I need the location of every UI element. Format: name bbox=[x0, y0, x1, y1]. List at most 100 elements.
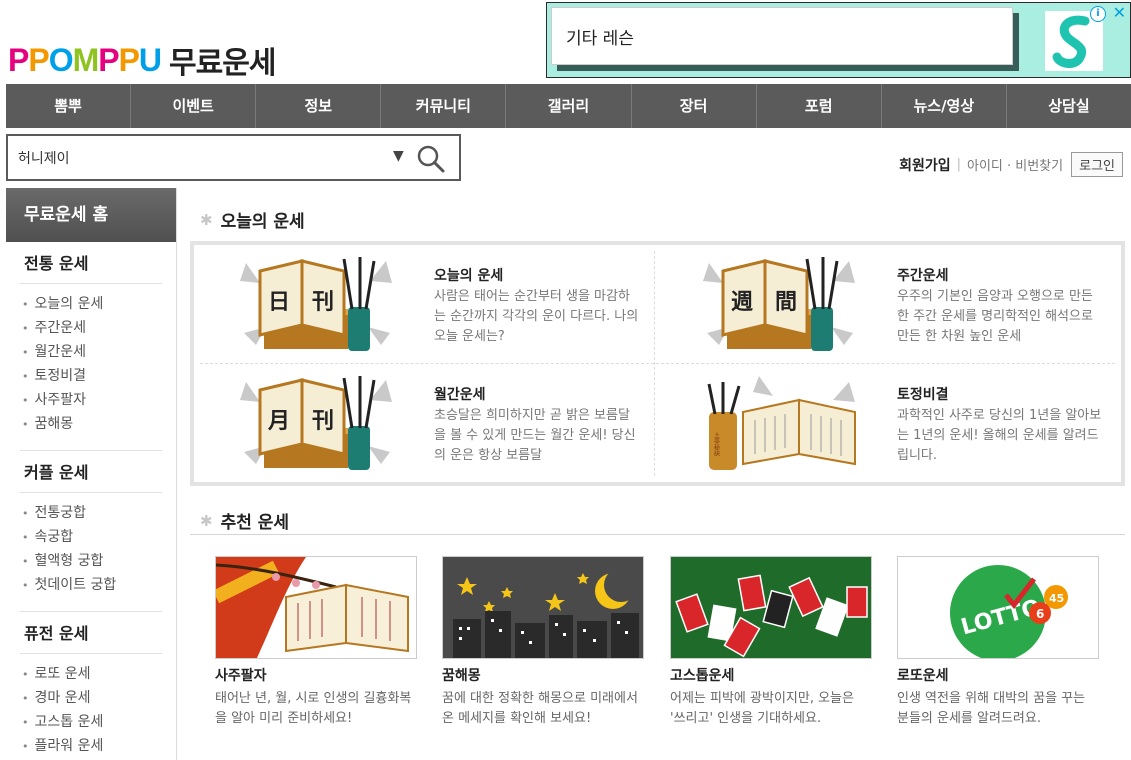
sidebar-section-title: 커플 운세 bbox=[20, 451, 162, 493]
sidebar-section-couple: 커플 운세 전통궁합 속궁합 혈액형 궁합 첫데이트 궁합 bbox=[6, 451, 176, 612]
book-char: 週 bbox=[731, 289, 753, 315]
lotto-ball-number: 6 bbox=[1036, 607, 1044, 621]
brand-letter: O bbox=[48, 41, 74, 78]
rec-desc: 태어난 년, 월, 시로 인생의 길흉화복을 알아 미리 준비하세요! bbox=[215, 691, 412, 726]
sidebar-item[interactable]: 경마 운세 bbox=[22, 686, 162, 710]
main-nav: 뽐뿌 이벤트 정보 커뮤니티 갤러리 장터 포럼 뉴스/영상 상담실 bbox=[6, 84, 1131, 128]
brand-letter: P bbox=[98, 41, 119, 78]
section-heading-today: ✱ 오늘의 운세 bbox=[200, 207, 305, 233]
sidebar-item[interactable]: 사주팔자 bbox=[22, 388, 162, 412]
rec-card-dream[interactable]: 꿈해몽 꿈에 대한 정확한 해몽으로 미래에서 온 메세지를 확인해 보세요! bbox=[442, 556, 644, 729]
search-input[interactable] bbox=[18, 146, 378, 170]
rec-card-saju[interactable]: 사주팔자 태어난 년, 월, 시로 인생의 길흉화복을 알아 미리 준비하세요! bbox=[215, 556, 417, 729]
rec-thumb-gostop[interactable] bbox=[670, 556, 872, 659]
sidebar-item[interactable]: 주간운세 bbox=[22, 316, 162, 340]
nav-item-market[interactable]: 장터 bbox=[632, 84, 757, 128]
fortune-card-tojeong[interactable]: 土亭秘訣 토정비결 과학적인 사주로 당신의 1년을 알아보는 1년의 운세! … bbox=[657, 364, 1120, 482]
sidebar-item[interactable]: 전통궁합 bbox=[22, 501, 162, 525]
sidebar-home[interactable]: 무료운세 홈 bbox=[6, 188, 176, 242]
rec-title[interactable]: 고스톱운세 bbox=[670, 665, 872, 685]
rec-title[interactable]: 꿈해몽 bbox=[442, 665, 644, 685]
section-underline bbox=[190, 534, 1125, 535]
nav-item-gallery[interactable]: 갤러리 bbox=[506, 84, 632, 128]
sidebar-item[interactable]: 월간운세 bbox=[22, 340, 162, 364]
book-brush-illustration: 週 間 bbox=[703, 257, 855, 351]
book-char: 日 bbox=[268, 289, 290, 315]
section-heading-text: 오늘의 운세 bbox=[220, 212, 305, 232]
sidebar-item[interactable]: 오늘의 운세 bbox=[22, 292, 162, 316]
section-heading-recommend: ✱ 추천 운세 bbox=[200, 508, 289, 534]
rec-desc: 꿈에 대한 정확한 해몽으로 미래에서 온 메세지를 확인해 보세요! bbox=[442, 691, 638, 726]
ad-text: 기타 레슨 bbox=[566, 29, 634, 49]
login-button[interactable]: 로그인 bbox=[1071, 152, 1123, 177]
ad-textbox: 기타 레슨 bbox=[551, 7, 1013, 65]
nav-item-ppomppu[interactable]: 뽐뿌 bbox=[6, 84, 132, 128]
rec-title[interactable]: 사주팔자 bbox=[215, 665, 417, 685]
site-title: 무료운세 bbox=[169, 46, 276, 81]
sidebar-item[interactable]: 로또 운세 bbox=[22, 662, 162, 686]
ad-info-icon[interactable]: i bbox=[1090, 6, 1106, 22]
rec-thumb-lotto[interactable]: LOTTO 45 6 bbox=[897, 556, 1099, 659]
open-book-illustration: 土亭秘訣 bbox=[707, 376, 856, 470]
rec-thumb-saju[interactable] bbox=[215, 556, 417, 659]
rec-thumb-dream[interactable] bbox=[442, 556, 644, 659]
nav-item-community[interactable]: 커뮤니티 bbox=[381, 84, 507, 128]
search-box: ▼ bbox=[6, 134, 461, 181]
lotto-ball-number: 45 bbox=[1049, 592, 1064, 605]
brand-letter: P bbox=[118, 41, 140, 78]
nav-item-event[interactable]: 이벤트 bbox=[131, 84, 257, 128]
fortune-title[interactable]: 오늘의 운세 bbox=[434, 265, 503, 285]
search-dropdown-icon[interactable]: ▼ bbox=[393, 148, 404, 164]
sidebar-item[interactable]: 꿈해몽 bbox=[22, 412, 162, 436]
sidebar-item[interactable]: 속궁합 bbox=[22, 525, 162, 549]
sidebar-item[interactable]: 첫데이트 궁합 bbox=[22, 573, 162, 597]
ad-close-icon[interactable]: ✕ bbox=[1113, 4, 1126, 22]
member-links: 회원가입 | 아이디 · 비번찾기 로그인 bbox=[899, 152, 1123, 177]
brand-letter: M bbox=[72, 41, 100, 78]
fortune-desc: 사람은 태어는 순간부터 생을 마감하는 순간까지 각각의 운이 다르다. 나의… bbox=[434, 289, 639, 344]
rec-card-lotto[interactable]: LOTTO 45 6 로또운세 인생 역전을 위해 대박의 꿈을 꾸는 분들의 … bbox=[897, 556, 1099, 729]
rec-desc: 어제는 피박에 광박이지만, 오늘은 '쓰리고' 인생을 기대하세요. bbox=[670, 691, 854, 726]
fortune-grid: 日 刊 오늘의 운세 사람은 태어는 순간부터 생을 마감하는 순간까지 각각의… bbox=[190, 241, 1125, 486]
signup-link[interactable]: 회원가입 bbox=[899, 155, 951, 175]
fortune-title[interactable]: 주간운세 bbox=[897, 265, 949, 285]
nav-item-forum[interactable]: 포럼 bbox=[757, 84, 882, 128]
sidebar-item[interactable]: 플라워 운세 bbox=[22, 734, 162, 758]
fortune-desc: 우주의 기본인 음양과 오행으로 만든 한 주간 운세를 명리학적인 해석으로 … bbox=[897, 289, 1093, 344]
book-char: 刊 bbox=[312, 408, 334, 434]
book-char: 間 bbox=[775, 289, 797, 315]
nav-item-counsel[interactable]: 상담실 bbox=[1007, 84, 1131, 128]
find-account-link[interactable]: 아이디 · 비번찾기 bbox=[967, 155, 1063, 174]
book-brush-illustration: 日 刊 bbox=[240, 257, 392, 351]
sidebar-item[interactable]: 토정비결 bbox=[22, 364, 162, 388]
sidebar-section-fusion: 퓨전 운세 로또 운세 경마 운세 고스톱 운세 플라워 운세 bbox=[6, 612, 176, 758]
sidebar-section-title: 전통 운세 bbox=[20, 242, 162, 284]
sidebar-item[interactable]: 고스톱 운세 bbox=[22, 710, 162, 734]
ad-banner[interactable]: 기타 레슨 i ✕ bbox=[546, 2, 1131, 78]
brand-letter: P bbox=[28, 41, 49, 78]
fortune-card-daily[interactable]: 日 刊 오늘의 운세 사람은 태어는 순간부터 생을 마감하는 순간까지 각각의… bbox=[194, 245, 657, 363]
heading-star-icon: ✱ bbox=[200, 210, 213, 229]
fortune-title[interactable]: 월간운세 bbox=[434, 384, 486, 404]
rec-card-gostop[interactable]: 고스톱운세 어제는 피박에 광박이지만, 오늘은 '쓰리고' 인생을 기대하세요… bbox=[670, 556, 872, 729]
fortune-desc: 초승달은 희미하지만 곧 밝은 보름달을 볼 수 있게 만드는 월간 운세! 당… bbox=[434, 408, 636, 463]
fortune-card-weekly[interactable]: 週 間 주간운세 우주의 기본인 음양과 오행으로 만든 한 주간 운세를 명리… bbox=[657, 245, 1120, 363]
member-divider: | bbox=[956, 157, 961, 172]
rec-desc: 인생 역전을 위해 대박의 꿈을 꾸는 분들의 운세를 알려드려요. bbox=[897, 691, 1086, 726]
fortune-card-monthly[interactable]: 月 刊 월간운세 초승달은 희미하지만 곧 밝은 보름달을 볼 수 있게 만드는… bbox=[194, 364, 657, 482]
book-char: 月 bbox=[267, 408, 290, 434]
rec-title[interactable]: 로또운세 bbox=[897, 665, 1099, 685]
sidebar-section-title: 퓨전 운세 bbox=[20, 612, 162, 654]
nav-item-news[interactable]: 뉴스/영상 bbox=[882, 84, 1007, 128]
nav-item-info[interactable]: 정보 bbox=[256, 84, 382, 128]
brand-letter: P bbox=[8, 41, 29, 78]
brand-wordmark: PPOMPPU bbox=[8, 41, 162, 79]
sidebar-item[interactable]: 혈액형 궁합 bbox=[22, 549, 162, 573]
heading-star-icon: ✱ bbox=[200, 511, 213, 530]
fortune-title[interactable]: 토정비결 bbox=[897, 384, 949, 404]
sidebar: 무료운세 홈 전통 운세 오늘의 운세 주간운세 월간운세 토정비결 사주팔자 … bbox=[6, 188, 177, 760]
site-logo[interactable]: PPOMPPU 무료운세 bbox=[8, 40, 276, 82]
search-icon[interactable] bbox=[416, 144, 446, 174]
jar-label: 土亭秘訣 bbox=[713, 431, 720, 457]
fortune-desc: 과학적인 사주로 당신의 1년을 알아보는 1년의 운세! 올해의 운세를 알려… bbox=[897, 408, 1102, 463]
